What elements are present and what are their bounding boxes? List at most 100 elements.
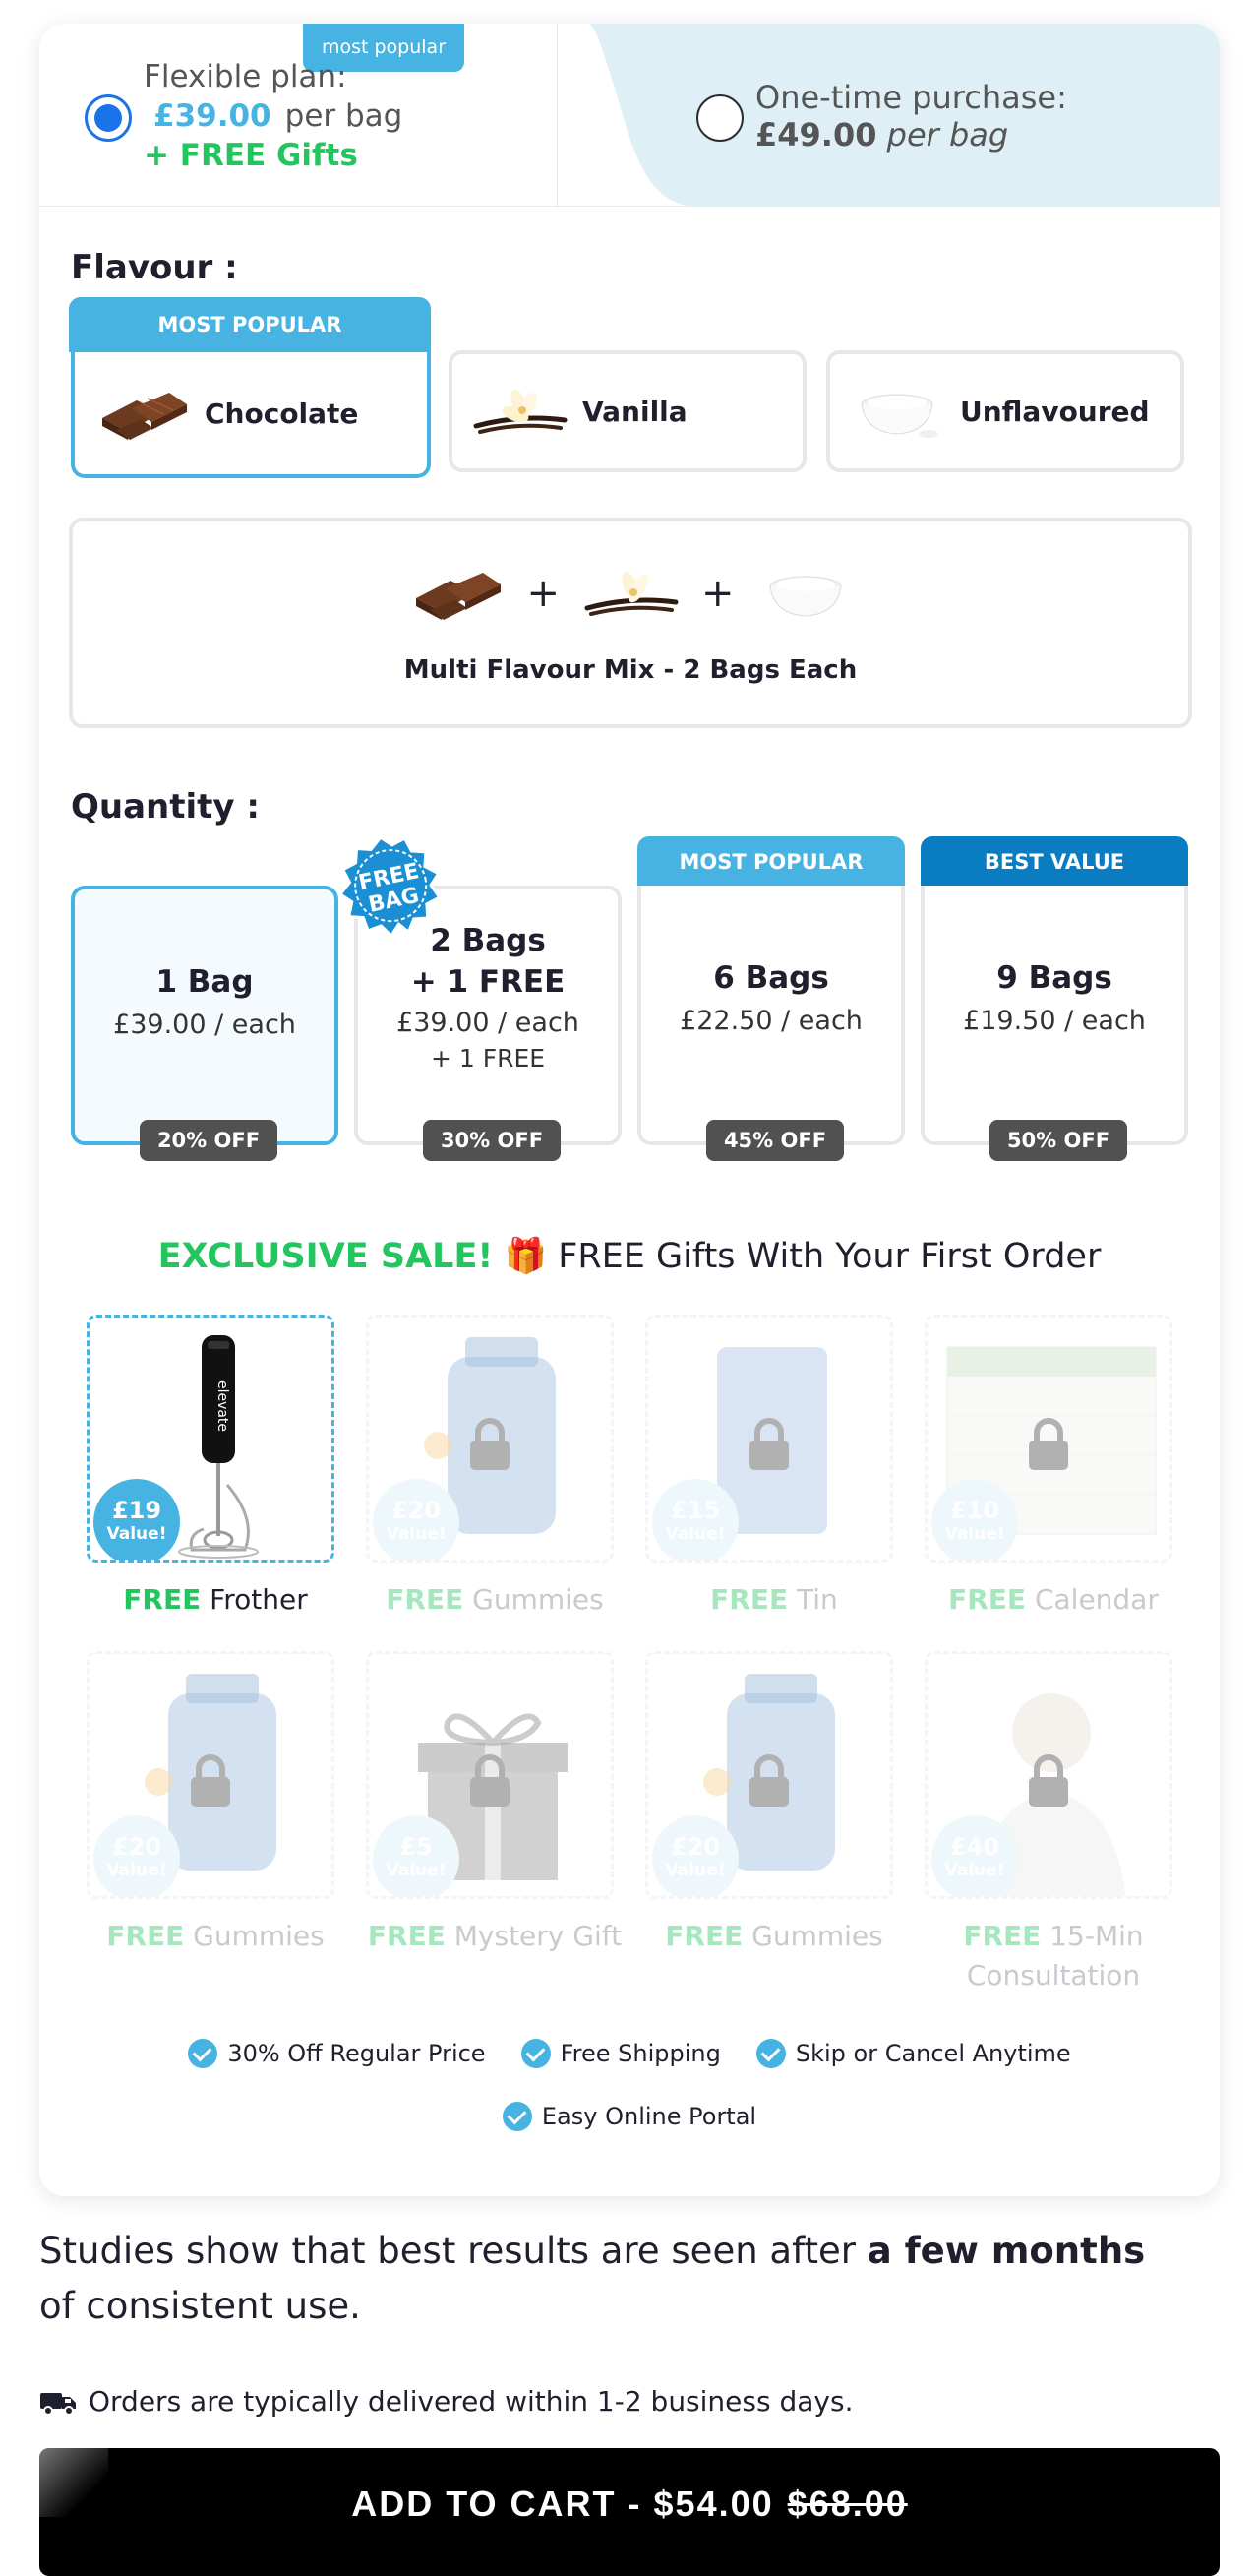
quantity-price: £39.00 / each <box>396 1008 579 1038</box>
onetime-plan-option[interactable]: One-time purchase: £49.00 per bag <box>755 79 1067 153</box>
flavour-option-vanilla[interactable]: Vanilla <box>449 350 807 472</box>
multi-mix-icons: + + <box>73 559 1188 628</box>
gift-label-tin: FREE Tin <box>631 1580 917 1620</box>
perk-label: Skip or Cancel Anytime <box>795 2040 1071 2067</box>
gift-tile-mystery[interactable]: £5 Value! <box>366 1651 614 1899</box>
gift-value-amount: £5 <box>399 1833 433 1861</box>
gift-name: Calendar <box>1034 1583 1159 1616</box>
plan-divider <box>557 24 558 207</box>
gift-value-badge: £5 Value! <box>373 1815 459 1896</box>
flavour-option-chocolate[interactable]: Chocolate <box>71 352 431 478</box>
perk-item: Easy Online Portal <box>502 2102 757 2131</box>
quantity-option-9-bags[interactable]: 9 Bags £19.50 / each 50% OFF <box>921 886 1188 1161</box>
gift-name: Gummies <box>193 1920 325 1952</box>
quantity-extra: + 1 FREE <box>430 1044 546 1073</box>
gift-value-word: Value! <box>944 1861 1005 1880</box>
button-shine <box>39 2448 108 2517</box>
check-circle-icon <box>755 2039 786 2068</box>
lock-icon <box>1029 1754 1068 1807</box>
gift-name: Tin <box>797 1583 838 1616</box>
quantity-title: 9 Bags <box>996 960 1112 996</box>
quantity-title-free: + 1 FREE <box>410 964 566 1000</box>
delivery-truck-icon <box>40 2392 76 2416</box>
lock-icon <box>1029 1418 1068 1470</box>
gift-value-badge: £40 Value! <box>931 1815 1018 1896</box>
gift-tile-gummies-3[interactable]: £20 Value! <box>645 1651 893 1899</box>
flavour-option-multi-mix[interactable]: + + Multi Flavour Mix - 2 Bags Each <box>69 518 1192 728</box>
studies-text-before: Studies show that best results are seen … <box>39 2230 868 2272</box>
delivery-text: Orders are typically delivered within 1-… <box>89 2385 854 2418</box>
free-bag-badge: FREE BAG <box>337 835 442 939</box>
delivery-note: Orders are typically delivered within 1-… <box>39 2385 853 2418</box>
vanilla-icon <box>473 389 568 434</box>
perks-row-1: 30% Off Regular Price Free Shipping Skip… <box>39 2039 1220 2068</box>
gift-tile-frother[interactable]: elevate £19 Value! <box>87 1315 334 1563</box>
gift-label-gummies: FREE Gummies <box>352 1580 637 1620</box>
gift-label-gummies-2: FREE Gummies <box>73 1917 358 1956</box>
gift-value-word: Value! <box>665 1524 726 1544</box>
perk-item: Skip or Cancel Anytime <box>755 2039 1071 2068</box>
gift-label-gummies-3: FREE Gummies <box>631 1917 917 1956</box>
add-to-cart-button[interactable]: ADD TO CART - $54.00 $68.00 <box>39 2448 1220 2576</box>
flexible-plan-option[interactable]: Flexible plan: £39.00 per bag + FREE Gift… <box>144 57 402 175</box>
gift-name: Frother <box>210 1583 308 1616</box>
onetime-plan-per: per bag <box>886 116 1009 153</box>
plus-sign: + <box>701 571 735 616</box>
gift-value-amount: £10 <box>949 1497 1000 1524</box>
gift-name: Mystery Gift <box>453 1920 623 1952</box>
add-to-cart-label: ADD TO CART - $54.00 <box>351 2484 774 2524</box>
flexible-plan-per: per bag <box>284 98 403 134</box>
onetime-plan-radio[interactable] <box>696 94 744 142</box>
gift-tile-calendar[interactable]: £10 Value! <box>925 1315 1172 1563</box>
gift-tile-tin[interactable]: £15 Value! <box>645 1315 893 1563</box>
plus-sign: + <box>526 571 560 616</box>
gift-value-word: Value! <box>106 1861 167 1880</box>
lock-icon <box>191 1754 230 1807</box>
quantity-tab-best-value: BEST VALUE <box>921 836 1188 888</box>
gift-label-frother: FREE Frother <box>73 1580 358 1620</box>
perk-label: Easy Online Portal <box>541 2103 757 2130</box>
powder-bowl-icon <box>769 576 842 617</box>
onetime-plan-label: One-time purchase: <box>755 79 1067 116</box>
gift-label-calendar: FREE Calendar <box>911 1580 1196 1620</box>
gift-value-badge: £19 Value! <box>93 1479 180 1560</box>
flavour-option-unflavoured[interactable]: Unflavoured <box>826 350 1184 472</box>
chocolate-icon <box>416 573 502 620</box>
perk-label: 30% Off Regular Price <box>227 2040 486 2067</box>
gifts-heading: EXCLUSIVE SALE! 🎁 FREE Gifts With Your F… <box>39 1236 1220 1276</box>
gift-box-icon: 🎁 <box>504 1237 548 1276</box>
gift-tile-gummies-2[interactable]: £20 Value! <box>87 1651 334 1899</box>
frother-brand: elevate <box>214 1380 230 1432</box>
studies-text: Studies show that best results are seen … <box>39 2224 1180 2334</box>
gift-name-line2: Consultation <box>966 1959 1141 1992</box>
flavour-label-chocolate: Chocolate <box>205 397 359 430</box>
exclusive-sale-label: EXCLUSIVE SALE! <box>157 1237 494 1276</box>
lock-icon <box>749 1418 789 1470</box>
gift-value-badge: £15 Value! <box>652 1479 739 1560</box>
flexible-plan-gifts: + FREE Gifts <box>144 138 358 173</box>
gift-value-amount: £19 <box>111 1497 162 1524</box>
perk-item: 30% Off Regular Price <box>188 2039 486 2068</box>
free-word: FREE <box>948 1583 1027 1616</box>
quantity-title: 1 Bag <box>155 964 254 1000</box>
flexible-plan-label: Flexible plan: <box>144 59 347 94</box>
gift-tile-gummies[interactable]: £20 Value! <box>366 1315 614 1563</box>
gift-tile-consultation[interactable]: £40 Value! <box>925 1651 1172 1899</box>
flexible-plan-radio[interactable] <box>85 94 132 142</box>
gift-value-badge: £20 Value! <box>373 1479 459 1560</box>
quantity-option-1-bag[interactable]: 1 Bag £39.00 / each 20% OFF <box>71 886 338 1161</box>
gift-value-word: Value! <box>386 1861 447 1880</box>
perks-row-2: Easy Online Portal <box>39 2102 1220 2131</box>
free-word: FREE <box>963 1920 1042 1952</box>
gift-value-word: Value! <box>944 1524 1005 1544</box>
add-to-cart-old-price: $68.00 <box>787 2484 908 2524</box>
multi-mix-label: Multi Flavour Mix - 2 Bags Each <box>403 655 858 685</box>
vanilla-icon <box>584 571 679 616</box>
flavour-label-unflavoured: Unflavoured <box>960 395 1150 428</box>
quantity-title: 6 Bags <box>713 960 829 996</box>
studies-text-after: of consistent use. <box>39 2285 361 2327</box>
quantity-option-6-bags[interactable]: 6 Bags £22.50 / each 45% OFF <box>637 886 905 1161</box>
lock-icon <box>470 1418 510 1470</box>
gift-label-mystery: FREE Mystery Gift <box>352 1917 637 1956</box>
free-word: FREE <box>710 1583 789 1616</box>
